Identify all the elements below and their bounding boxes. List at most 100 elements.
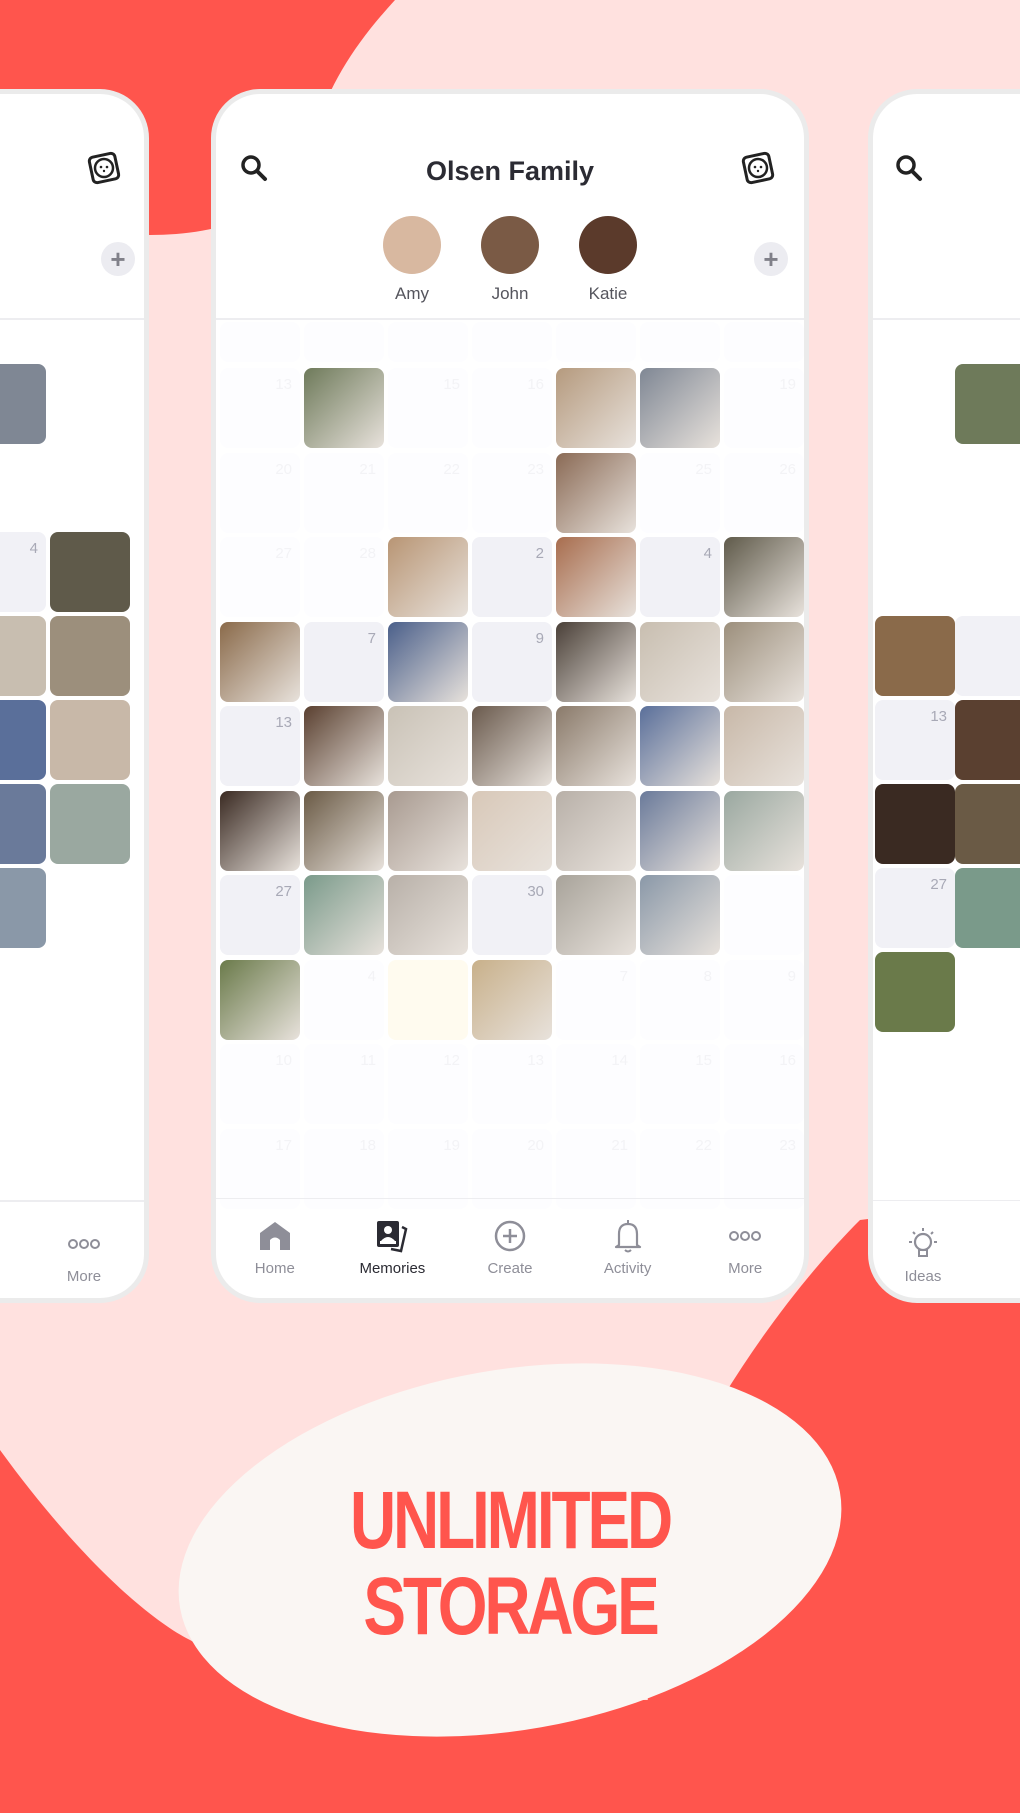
tab-home[interactable]: Home [216, 1206, 334, 1298]
photo-thumbnail[interactable] [875, 952, 955, 1032]
calendar-day[interactable] [640, 322, 720, 362]
calendar-day[interactable] [724, 875, 804, 955]
calendar-day[interactable]: 14 [556, 1044, 636, 1124]
tab-create[interactable]: Create [451, 1206, 569, 1298]
calendar-day[interactable] [724, 322, 804, 362]
calendar-day[interactable]: 8 [640, 959, 720, 1040]
photo-thumbnail[interactable] [640, 621, 720, 702]
calendar-day[interactable]: 10 [220, 1044, 300, 1124]
photo-thumbnail[interactable] [304, 875, 384, 955]
photo-thumbnail[interactable] [50, 532, 130, 612]
calendar-day[interactable]: 7 [556, 959, 636, 1040]
calendar-day[interactable]: 18 [304, 1128, 384, 1209]
photo-thumbnail[interactable] [955, 784, 1020, 864]
calendar-day[interactable]: 12 [388, 1044, 468, 1124]
photo-thumbnail[interactable] [875, 616, 955, 696]
photo-thumbnail[interactable] [0, 784, 46, 864]
photo-thumbnail[interactable] [955, 868, 1020, 948]
calendar-day[interactable]: 15 [640, 1044, 720, 1124]
calendar-day[interactable]: 23 [472, 452, 552, 533]
calendar-day[interactable]: 9 [724, 959, 804, 1040]
photo-thumbnail[interactable] [640, 368, 720, 448]
photo-thumbnail[interactable] [304, 790, 384, 871]
calendar-day[interactable]: 22 [388, 452, 468, 533]
photo-thumbnail[interactable] [50, 700, 130, 780]
add-member-button[interactable]: + [754, 242, 788, 276]
photo-thumbnail[interactable] [388, 537, 468, 617]
member-john[interactable]: John [480, 216, 540, 304]
calendar-day[interactable] [388, 322, 468, 362]
add-member-button[interactable]: + [101, 242, 135, 276]
photo-thumbnail[interactable] [304, 706, 384, 786]
member-katie[interactable]: Katie [578, 216, 638, 304]
photo-thumbnail[interactable] [472, 790, 552, 871]
photo-thumbnail[interactable] [724, 621, 804, 702]
photo-thumbnail[interactable] [388, 621, 468, 702]
photo-thumbnail[interactable] [640, 875, 720, 955]
calendar-day[interactable]: 20 [220, 452, 300, 533]
photo-thumbnail[interactable] [0, 616, 46, 696]
photo-thumbnail[interactable] [556, 875, 636, 955]
calendar-day[interactable]: 27 [220, 537, 300, 617]
photo-thumbnail[interactable] [724, 790, 804, 871]
photo-thumbnail[interactable] [388, 790, 468, 871]
calendar-day[interactable]: 4 [304, 959, 384, 1040]
calendar-day[interactable] [556, 322, 636, 362]
calendar-day[interactable]: 2 [472, 537, 552, 617]
calendar-day[interactable]: 11 [304, 1044, 384, 1124]
photo-thumbnail[interactable] [556, 368, 636, 448]
calendar-day[interactable]: 25 [640, 452, 720, 533]
photo-thumbnail[interactable] [50, 784, 130, 864]
photo-thumbnail[interactable] [50, 616, 130, 696]
calendar-day[interactable]: 19 [388, 1128, 468, 1209]
photo-thumbnail[interactable] [0, 868, 46, 948]
calendar-day[interactable]: 19 [724, 368, 804, 448]
calendar-day[interactable]: 27 [220, 875, 300, 955]
photo-thumbnail[interactable] [472, 706, 552, 786]
calendar-day[interactable]: 23 [724, 1128, 804, 1209]
calendar-day[interactable]: 4 [640, 537, 720, 617]
calendar-day[interactable]: 26 [724, 452, 804, 533]
calendar-day[interactable]: 20 [472, 1128, 552, 1209]
calendar-day[interactable]: 30 [472, 875, 552, 955]
photo-thumbnail[interactable] [220, 621, 300, 702]
calendar-day[interactable] [955, 616, 1020, 696]
tab-more[interactable]: More [686, 1206, 804, 1298]
photo-thumbnail[interactable] [724, 706, 804, 786]
search-button[interactable] [893, 152, 925, 184]
photo-thumbnail[interactable] [0, 364, 46, 444]
calendar-day[interactable]: 13 [220, 368, 300, 448]
sticker-face-icon[interactable] [84, 148, 124, 188]
photo-thumbnail[interactable] [388, 875, 468, 955]
calendar-day[interactable]: 16 [472, 368, 552, 448]
photo-thumbnail[interactable] [556, 537, 636, 617]
calendar-day[interactable]: 15 [388, 368, 468, 448]
calendar-day[interactable]: 27 [875, 868, 955, 948]
photo-thumbnail[interactable] [640, 706, 720, 786]
calendar-day[interactable] [472, 322, 552, 362]
calendar-day[interactable]: 21 [304, 452, 384, 533]
calendar-day[interactable]: 13 [220, 706, 300, 786]
photo-thumbnail[interactable] [220, 790, 300, 871]
calendar-day[interactable] [388, 959, 468, 1040]
calendar-day[interactable]: 7 [304, 621, 384, 702]
sticker-button[interactable] [738, 148, 778, 188]
calendar-day[interactable]: 13 [875, 700, 955, 780]
photo-thumbnail[interactable] [556, 621, 636, 702]
photo-thumbnail[interactable] [556, 452, 636, 533]
calendar-day[interactable]: 9 [472, 621, 552, 702]
photo-thumbnail[interactable] [220, 959, 300, 1040]
calendar-day[interactable]: 4 [0, 532, 46, 612]
tab-ideas[interactable]: Ideas [883, 1214, 963, 1285]
photo-thumbnail[interactable] [875, 784, 955, 864]
calendar-day[interactable]: 16 [724, 1044, 804, 1124]
member-amy[interactable]: Amy [382, 216, 442, 304]
tab-activity[interactable]: Activity [569, 1206, 687, 1298]
photo-thumbnail[interactable] [304, 368, 384, 448]
photo-thumbnail[interactable] [640, 790, 720, 871]
photo-thumbnail[interactable] [0, 700, 46, 780]
calendar-day[interactable]: 21 [556, 1128, 636, 1209]
photo-thumbnail[interactable] [955, 364, 1020, 444]
calendar-day[interactable]: 17 [220, 1128, 300, 1209]
photo-thumbnail[interactable] [556, 706, 636, 786]
